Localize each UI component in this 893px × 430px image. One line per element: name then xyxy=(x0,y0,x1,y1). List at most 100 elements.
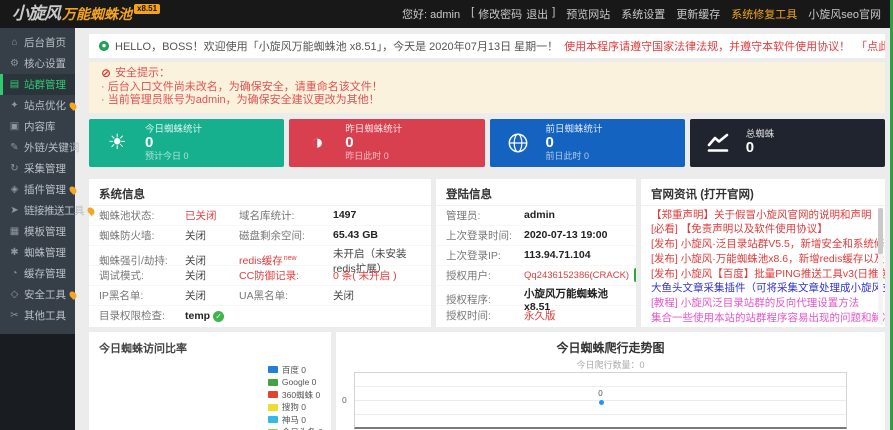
stat-card-value: 0 xyxy=(745,139,755,156)
sidebar-item-label: 站群管理 xyxy=(24,79,66,91)
site-group-icon: ▤ xyxy=(9,79,20,90)
legend-item-google[interactable]: Google 0 xyxy=(267,377,323,387)
sidebar-item-label: 缓存管理 xyxy=(24,268,66,280)
spider-ratio-panel: 今日蜘蛛访问比率 百度 0 Google 0 360蜘蛛 0 搜狗 0 神马 0… xyxy=(89,331,331,430)
sys-value: 已关闭 xyxy=(185,209,217,222)
login-info-panel: 登陆信息 管理员: admin 上次登录时间: 2020-07-13 19:00… xyxy=(436,178,636,327)
repair-tool-link[interactable]: 系统修复工具 xyxy=(731,6,797,22)
security-tip-line: · 后台入口文件尚未改名，为确保安全，请重命名该文件！ xyxy=(101,80,383,93)
location-pin-icon xyxy=(99,41,109,51)
content-library-icon: ▣ xyxy=(9,121,20,132)
legend-label: 神马 0 xyxy=(281,414,306,425)
sys-label: 目录权限检查: xyxy=(99,310,165,322)
sidebar-item-plugins[interactable]: ◈ 插件管理 xyxy=(0,179,78,200)
chart-legend: 百度 0 Google 0 360蜘蛛 0 搜狗 0 神马 0 今日头条 0 其… xyxy=(267,365,323,430)
sun-icon: ☀ xyxy=(107,131,127,154)
login-label: 上次登录IP: xyxy=(446,249,501,262)
preview-site-link[interactable]: 预览网站 xyxy=(566,6,610,22)
stat-card-value: 0 xyxy=(145,134,154,151)
news-link[interactable]: [发布] 小旋风·泛目录站群V5.5，新增安全和系统修复工具等 xyxy=(641,237,885,252)
redis-label: redis缓存 xyxy=(239,255,283,267)
legend-label: Google 0 xyxy=(281,377,317,387)
news-scrollbar-thumb[interactable] xyxy=(878,207,883,254)
login-info-title: 登陆信息 xyxy=(436,179,636,206)
keywords-icon: ✎ xyxy=(10,142,19,153)
news-link[interactable]: [发布] 小旋风·万能蜘蛛池x8.6，新增redis缓存以及多项功能 xyxy=(641,252,885,267)
table-row: 调试模式: 关闭 CC防御记录: 0 条( 未开启 ) xyxy=(89,266,431,286)
news-scrollbar-track xyxy=(878,207,883,325)
stat-card-value: 0 xyxy=(345,134,354,151)
spider-ratio-title: 今日蜘蛛访问比率 xyxy=(99,342,187,355)
sidebar-item-collect[interactable]: ↻ 采集管理 xyxy=(0,158,75,179)
stat-card-sub: 预计今日 0 xyxy=(145,151,189,161)
sidebar-item-label: 其他工具 xyxy=(24,310,66,322)
sidebar-item-security-tools[interactable]: ◇ 安全工具 xyxy=(0,284,78,305)
news-link[interactable]: 【郑重声明】关于假冒小旋风官网的说明和声明 xyxy=(641,208,885,223)
table-row: 授权程序: 小旋风万能蜘蛛池 x8.51 xyxy=(436,286,636,313)
refresh-cache-link[interactable]: 更新缓存 xyxy=(676,6,720,22)
security-tips-box: ⊘ 安全提示： · 后台入口文件尚未改名，为确保安全，请重命名该文件！ · 当前… xyxy=(89,62,885,113)
legend-label: 搜狗 0 xyxy=(281,402,306,412)
sidebar-item-dashboard[interactable]: ⌂ 后台首页 xyxy=(0,32,75,53)
sidebar-item-site-group[interactable]: ▤ 站群管理 xyxy=(0,74,75,95)
sidebar-item-spiders[interactable]: ✱ 蜘蛛管理 xyxy=(0,242,75,263)
legend-item-sogou[interactable]: 搜狗 0 xyxy=(267,402,323,412)
sys-label: 磁盘剩余空间: xyxy=(239,229,305,242)
table-row: 上次登录IP: 113.94.71.104 xyxy=(436,246,636,266)
sys-label: 蜘蛛防火墙: xyxy=(99,229,155,242)
sidebar-item-label: 插件管理 xyxy=(24,184,66,196)
legend-item-360[interactable]: 360蜘蛛 0 xyxy=(267,390,323,400)
sidebar-item-label: 站点优化 xyxy=(24,100,66,112)
sidebar-item-link-push-tool[interactable]: ➤ 链接推送工具 xyxy=(0,200,96,221)
tools-icon: ✂ xyxy=(10,310,19,321)
logo-text-primary: 小旋风 xyxy=(12,4,61,23)
app-logo: 小旋风 万能蜘蛛池 x8.51 xyxy=(12,1,161,27)
legend-item-shenma[interactable]: 神马 0 xyxy=(267,414,323,425)
system-info-title: 系统信息 xyxy=(89,179,431,206)
table-row: 蜘蛛防火墙: 关闭 磁盘剩余空间: 65.43 GB xyxy=(89,226,431,246)
sidebar-item-core-settings[interactable]: ⚙ 核心设置 xyxy=(0,53,75,74)
sys-label: 蜘蛛强引/劫持: xyxy=(99,255,168,267)
view-agreement-link[interactable]: 「点此查看协议」 xyxy=(856,38,885,54)
sidebar-item-other-tools[interactable]: ✂ 其他工具 xyxy=(0,305,75,326)
sidebar-item-templates[interactable]: ▦ 模板管理 xyxy=(0,221,75,242)
stat-card-label: 昨日蜘蛛统计 xyxy=(345,124,403,135)
trend-line-icon xyxy=(702,132,734,154)
official-site-link[interactable]: 小旋风seo官网 xyxy=(808,6,881,22)
table-row: IP黑名单: 关闭 UA黑名单: 关闭 xyxy=(89,286,431,306)
update-button[interactable]: 更新 xyxy=(634,268,636,282)
legend-item-baidu[interactable]: 百度 0 xyxy=(267,365,323,375)
news-link[interactable]: 大鱼头文章采集插件（可将采集文章处理成小旋风支持的格式） xyxy=(641,281,885,296)
news-link[interactable]: [发布] 小旋风【百度】批量PING推送工具v3(日推送量百万) xyxy=(641,267,885,282)
sidebar-item-cache[interactable]: ◔ 缓存管理 xyxy=(0,263,75,284)
sidebar-menu: ⌂ 后台首页 ⚙ 核心设置 ▤ 站群管理 ✦ 站点优化 ▣ 内容库 ✎ 外链/关键词 ↻ 采集… xyxy=(0,28,96,334)
change-password-link[interactable]: 修改密码 xyxy=(478,6,522,22)
sys-value: 关闭 xyxy=(333,289,354,302)
stat-card-label: 今日蜘蛛统计 xyxy=(145,124,203,135)
collect-icon: ↻ xyxy=(10,163,19,174)
login-value: admin xyxy=(524,209,555,221)
sidebar-item-label: 链接推送工具 xyxy=(24,205,85,217)
account-links: [修改密码 退出] xyxy=(471,6,555,22)
info-panels-row: 系统信息 蜘蛛池状态: 已关闭 域名库统计: 1497 蜘蛛防火墙: 关闭 磁盘… xyxy=(89,178,885,327)
news-link[interactable]: [教程] 小旋风泛目录站群的反向代理设置方法 xyxy=(641,296,885,311)
news-link[interactable]: [必看] 【免责声明以及软件使用协议】 xyxy=(641,222,885,237)
legend-swatch xyxy=(267,391,278,398)
table-row: 蜘蛛池状态: 已关闭 域名库统计: 1497 xyxy=(89,206,431,226)
sys-label: IP黑名单: xyxy=(99,289,144,302)
legend-swatch xyxy=(267,403,278,411)
news-link[interactable]: 集合一些使用本站的站群程序容易出现的问题和解决方法 xyxy=(641,311,885,326)
sidebar-item-links-keywords[interactable]: ✎ 外链/关键词 xyxy=(0,137,79,158)
logout-link[interactable]: 退出 xyxy=(526,6,548,22)
sidebar: ⌂ 后台首页 ⚙ 核心设置 ▤ 站群管理 ✦ 站点优化 ▣ 内容库 ✎ 外链/关键词 ↻ 采集… xyxy=(0,28,96,430)
legend-swatch xyxy=(267,416,278,423)
sys-value: 关闭 xyxy=(185,289,206,302)
system-settings-link[interactable]: 系统设置 xyxy=(621,6,665,22)
top-nav: 您好: admin [修改密码 退出] 预览网站 系统设置 更新缓存 系统修复工… xyxy=(402,6,881,22)
sidebar-item-site-optimize[interactable]: ✦ 站点优化 xyxy=(0,95,78,116)
sidebar-item-content-library[interactable]: ▣ 内容库 xyxy=(0,116,75,137)
sys-value: 65.43 GB xyxy=(333,229,378,241)
stat-cards-row: ☀ 今日蜘蛛统计 0 预计今日 0 ◑ 昨日蜘蛛统计 0 昨日此时 0 前日蜘蛛… xyxy=(89,118,885,167)
temp-dir-value: temp xyxy=(185,309,211,322)
stat-card-label: 前日蜘蛛统计 xyxy=(545,124,603,135)
